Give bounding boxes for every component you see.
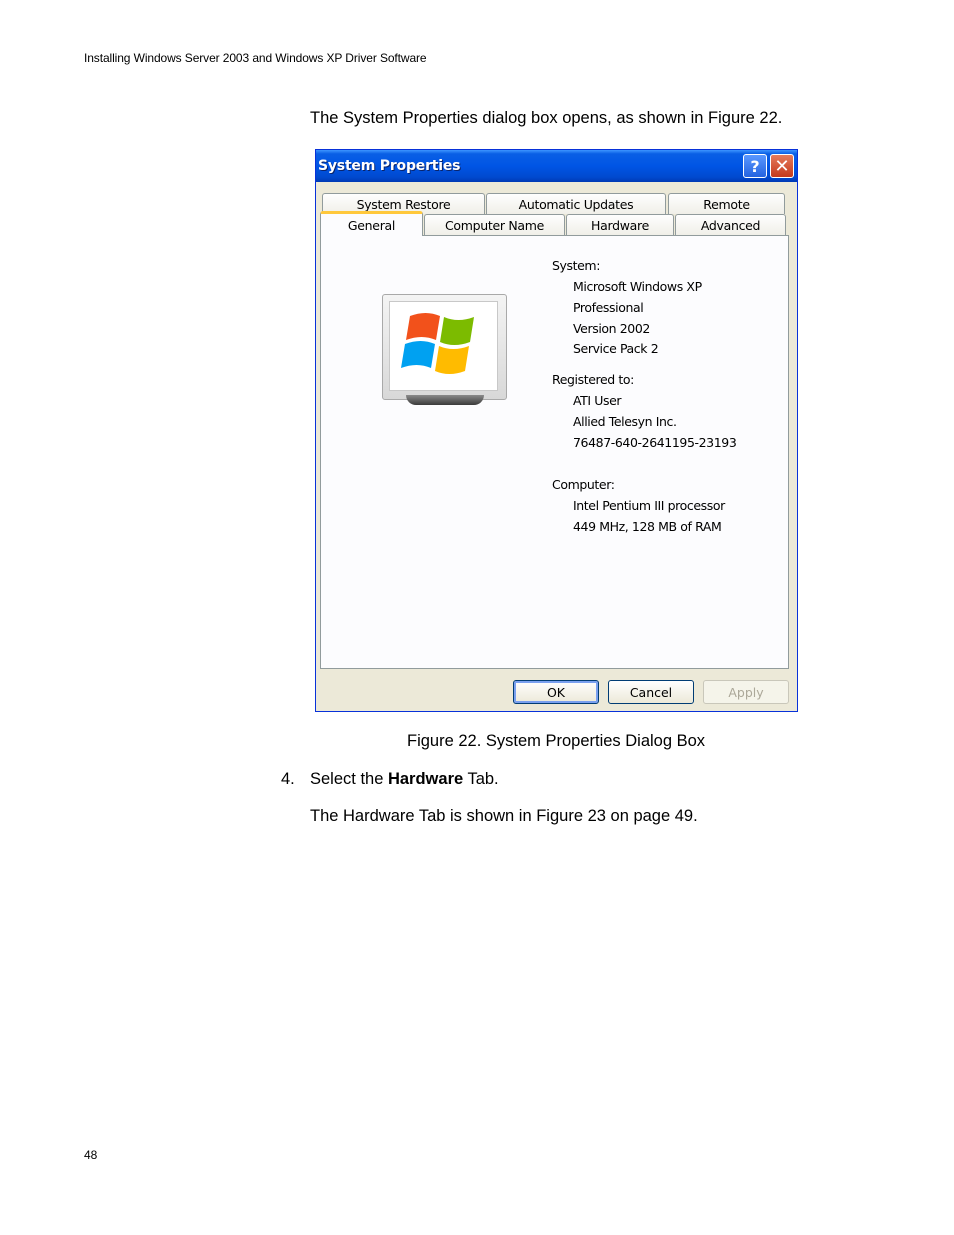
dialog-titlebar[interactable]: System Properties ? ✕ <box>316 150 797 182</box>
cancel-button[interactable]: Cancel <box>608 680 694 704</box>
processor-info: Intel Pentium III processor <box>573 498 725 513</box>
tab-advanced[interactable]: Advanced <box>675 214 786 235</box>
os-edition: Professional <box>573 300 644 315</box>
registered-label: Registered to: <box>552 372 634 387</box>
step-text-suffix: Tab. <box>463 770 499 788</box>
tab-hardware[interactable]: Hardware <box>566 214 674 235</box>
os-name: Microsoft Windows XP <box>573 279 702 294</box>
help-icon: ? <box>750 156 760 176</box>
tab-computer-name[interactable]: Computer Name <box>424 214 565 235</box>
os-service-pack: Service Pack 2 <box>573 341 659 356</box>
tab-general[interactable]: General <box>320 211 423 236</box>
running-header: Installing Windows Server 2003 and Windo… <box>84 51 427 65</box>
windows-xp-monitor-icon <box>382 294 509 405</box>
step-number: 4. <box>281 770 295 788</box>
computer-label: Computer: <box>552 477 615 492</box>
tab-remote[interactable]: Remote <box>668 193 785 214</box>
page-number: 48 <box>84 1148 98 1162</box>
registered-user: ATI User <box>573 393 622 408</box>
system-properties-dialog: System Properties ? ✕ System Restore Aut… <box>315 149 798 712</box>
dialog-title: System Properties <box>318 158 461 174</box>
close-icon: ✕ <box>774 155 790 177</box>
os-version: Version 2002 <box>573 321 650 336</box>
general-tab-panel: System: Microsoft Windows XP Professiona… <box>320 235 789 669</box>
ok-button[interactable]: OK <box>513 680 599 704</box>
memory-info: 449 MHz, 128 MB of RAM <box>573 519 722 534</box>
tab-automatic-updates[interactable]: Automatic Updates <box>486 193 666 214</box>
figure-caption: Figure 22. System Properties Dialog Box <box>407 732 706 750</box>
registered-organization: Allied Telesyn Inc. <box>573 414 677 429</box>
help-button[interactable]: ? <box>743 154 767 178</box>
intro-paragraph: The System Properties dialog box opens, … <box>310 109 783 127</box>
step-text-prefix: Select the <box>310 770 388 788</box>
apply-button[interactable]: Apply <box>703 680 789 704</box>
note-paragraph: The Hardware Tab is shown in Figure 23 o… <box>310 807 698 825</box>
product-id: 76487-640-2641195-23193 <box>573 435 737 450</box>
close-button[interactable]: ✕ <box>770 154 794 178</box>
step-text-bold: Hardware <box>387 770 464 788</box>
system-label: System: <box>552 258 601 273</box>
step-4: 4. Select the Hardware Tab. <box>281 770 499 789</box>
